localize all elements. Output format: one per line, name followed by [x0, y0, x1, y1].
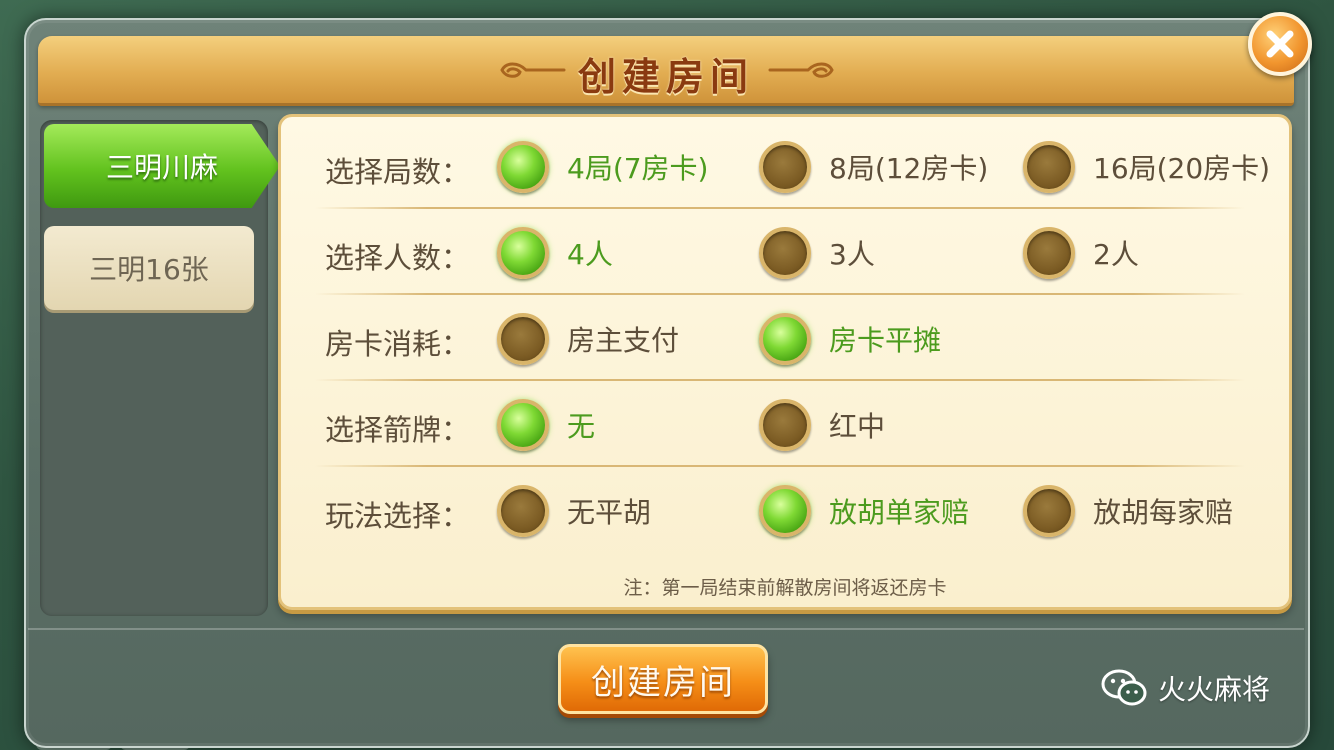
option-label: 红中 [829, 410, 886, 443]
option-label: 无平胡 [567, 496, 652, 529]
close-button[interactable] [1248, 12, 1312, 76]
title-bar: 创建房间 [38, 36, 1294, 106]
radio-unselected[interactable] [497, 485, 549, 537]
option-label: 4人 [567, 238, 613, 271]
arrow-tiles-option-none[interactable]: 无 [497, 399, 595, 451]
players-option-3[interactable]: 3人 [759, 227, 875, 279]
card-cost-option-split[interactable]: 房卡平摊 [759, 313, 941, 365]
arrow-tiles-row: 选择箭牌： 无 红中 [281, 381, 1289, 467]
radio-selected[interactable] [759, 485, 811, 537]
radio-selected[interactable] [759, 313, 811, 365]
option-label: 放胡单家赔 [829, 496, 970, 529]
players-label: 选择人数： [325, 241, 471, 275]
players-option-4[interactable]: 4人 [497, 227, 613, 279]
rounds-label: 选择局数： [325, 155, 471, 189]
option-label: 8局(12房卡) [829, 152, 989, 185]
rounds-option-4[interactable]: 4局(7房卡) [497, 141, 708, 193]
radio-unselected[interactable] [1023, 141, 1075, 193]
players-row: 选择人数： 4人 3人 2人 [281, 209, 1289, 295]
play-mode-option-single-pay[interactable]: 放胡单家赔 [759, 485, 969, 537]
radio-unselected[interactable] [1023, 227, 1075, 279]
radio-selected[interactable] [497, 399, 549, 451]
card-cost-row: 房卡消耗： 房主支付 房卡平摊 [281, 295, 1289, 381]
options-panel: 选择局数： 4局(7房卡) 8局(12房卡) 16局(20房卡) 选择人数： 4… [278, 114, 1292, 610]
option-label: 房卡平摊 [829, 324, 942, 357]
card-cost-option-host[interactable]: 房主支付 [497, 313, 679, 365]
option-label: 16局(20房卡) [1093, 152, 1271, 185]
tab-sanming-chuanma[interactable]: 三明川麻 [44, 124, 280, 208]
play-mode-row: 玩法选择： 无平胡 放胡单家赔 放胡每家赔 [281, 467, 1289, 553]
rounds-row: 选择局数： 4局(7房卡) 8局(12房卡) 16局(20房卡) [281, 123, 1289, 209]
play-mode-option-no-ping-hu[interactable]: 无平胡 [497, 485, 651, 537]
dialog-title: 创建房间 [577, 54, 754, 99]
bottom-divider [28, 628, 1304, 630]
watermark-text: 火火麻将 [1158, 673, 1271, 706]
close-icon [1266, 30, 1294, 58]
option-label: 4局(7房卡) [567, 152, 709, 185]
radio-selected[interactable] [497, 227, 549, 279]
radio-unselected[interactable] [759, 227, 811, 279]
arrow-tiles-label: 选择箭牌： [325, 413, 471, 447]
option-label: 无 [567, 410, 596, 443]
option-label: 房主支付 [567, 324, 680, 357]
card-cost-label: 房卡消耗： [325, 327, 471, 361]
radio-unselected[interactable] [759, 399, 811, 451]
create-room-button[interactable]: 创建房间 [558, 644, 768, 714]
radio-unselected[interactable] [759, 141, 811, 193]
watermark: 火火麻将 [1100, 666, 1270, 710]
arrow-tiles-option-red[interactable]: 红中 [759, 399, 885, 451]
tab-sanming-16[interactable]: 三明16张 [44, 226, 254, 310]
option-label: 放胡每家赔 [1093, 496, 1234, 529]
radio-unselected[interactable] [1023, 485, 1075, 537]
right-ornament-icon [768, 62, 834, 78]
rounds-option-16[interactable]: 16局(20房卡) [1023, 141, 1270, 193]
play-mode-label: 玩法选择： [325, 499, 471, 533]
wechat-icon [1101, 669, 1147, 706]
rounds-option-8[interactable]: 8局(12房卡) [759, 141, 988, 193]
radio-unselected[interactable] [497, 313, 549, 365]
refund-note: 注：第一局结束前解散房间将返还房卡 [623, 577, 947, 599]
players-option-2[interactable]: 2人 [1023, 227, 1139, 279]
radio-selected[interactable] [497, 141, 549, 193]
option-label: 2人 [1093, 238, 1139, 271]
option-label: 3人 [829, 238, 875, 271]
play-mode-option-all-pay[interactable]: 放胡每家赔 [1023, 485, 1233, 537]
